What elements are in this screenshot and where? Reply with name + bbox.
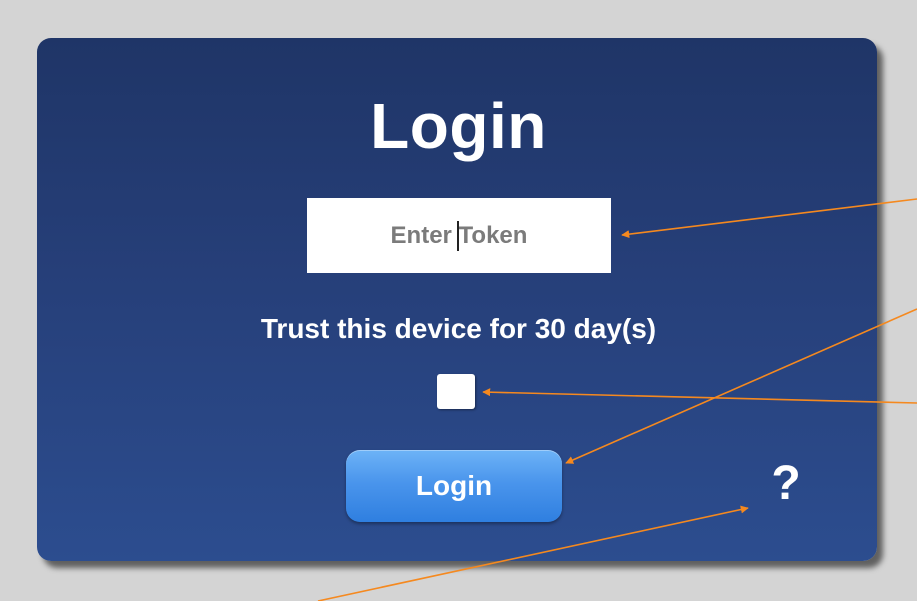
token-input[interactable] bbox=[307, 198, 611, 273]
login-title: Login bbox=[370, 90, 547, 162]
text-cursor bbox=[457, 221, 459, 251]
help-icon[interactable]: ? bbox=[765, 454, 807, 514]
login-button[interactable]: Login bbox=[346, 450, 562, 522]
trust-device-checkbox[interactable] bbox=[437, 374, 475, 409]
trust-device-label: Trust this device for 30 day(s) bbox=[260, 313, 657, 344]
